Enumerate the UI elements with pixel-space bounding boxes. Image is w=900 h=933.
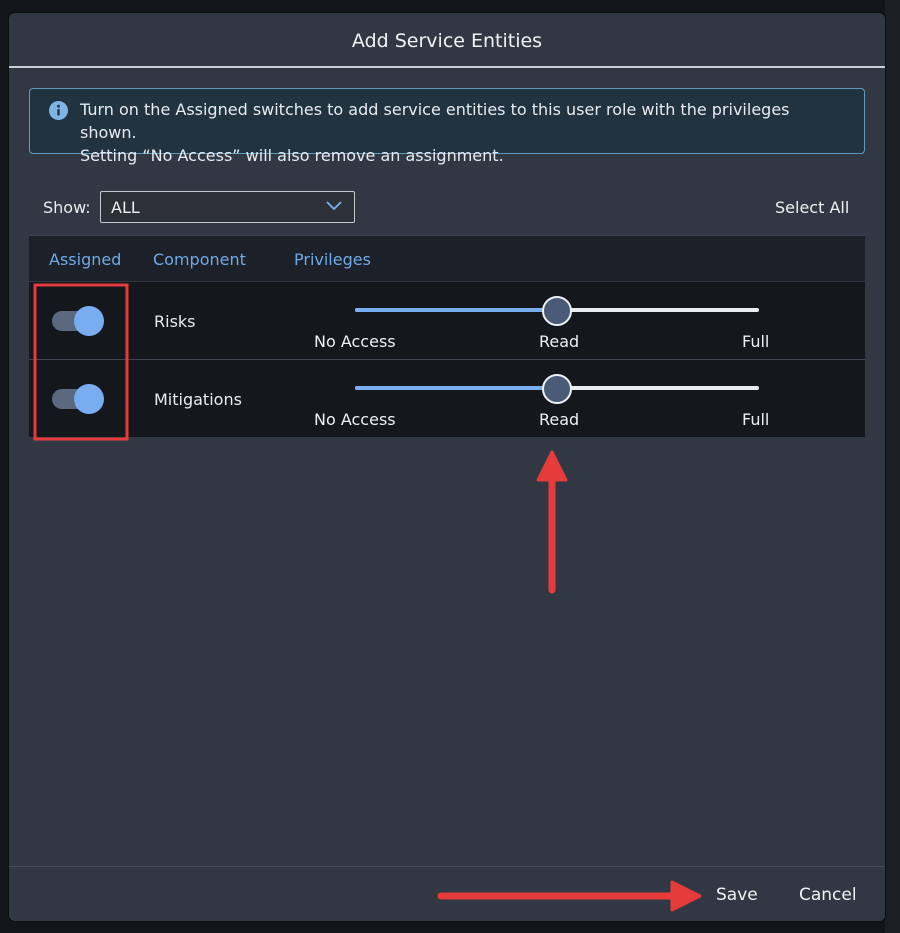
info-line-2: Setting “No Access” will also remove an … — [80, 146, 504, 165]
slider-fill — [355, 386, 557, 390]
privilege-label-read: Read — [539, 410, 580, 429]
footer-divider — [9, 866, 885, 867]
info-line-1: Turn on the Assigned switches to add ser… — [80, 100, 790, 142]
chevron-down-icon — [326, 201, 342, 211]
slider-fill — [355, 308, 557, 312]
show-filter-value: ALL — [111, 198, 140, 217]
info-banner: Turn on the Assigned switches to add ser… — [29, 88, 865, 165]
app-backdrop-edge — [885, 0, 900, 933]
toggle-knob — [74, 306, 104, 336]
toggle-knob — [74, 384, 104, 414]
add-service-entities-dialog: Add Service Entities Turn on the Assigne… — [9, 13, 885, 921]
privilege-slider[interactable] — [355, 296, 759, 326]
save-button[interactable]: Save — [716, 884, 758, 906]
column-header-assigned[interactable]: Assigned — [49, 250, 121, 270]
column-header-privileges[interactable]: Privileges — [294, 250, 371, 270]
privilege-slider[interactable] — [355, 374, 759, 404]
privilege-label-no-access: No Access — [314, 410, 396, 429]
column-header-component[interactable]: Component — [153, 250, 246, 270]
title-divider — [9, 66, 885, 68]
select-all-link[interactable]: Select All — [775, 198, 849, 218]
info-icon — [49, 101, 68, 120]
privilege-label-full: Full — [742, 410, 770, 429]
info-text: Turn on the Assigned switches to add ser… — [80, 98, 850, 167]
privilege-label-full: Full — [742, 332, 770, 351]
table-row: Mitigations No Access Read Full — [29, 360, 865, 437]
privilege-label-no-access: No Access — [314, 332, 396, 351]
dialog-title: Add Service Entities — [351, 30, 543, 52]
table-row: Risks No Access Read Full — [29, 282, 865, 359]
component-name: Mitigations — [154, 390, 242, 409]
component-name: Risks — [154, 312, 196, 331]
privilege-label-read: Read — [539, 332, 580, 351]
show-label: Show: — [43, 198, 91, 217]
slider-thumb[interactable] — [542, 296, 572, 326]
assigned-toggle[interactable] — [52, 306, 106, 336]
table-header: Assigned Component Privileges — [29, 235, 865, 281]
assigned-toggle[interactable] — [52, 384, 106, 414]
cancel-button[interactable]: Cancel — [799, 884, 857, 906]
slider-thumb[interactable] — [542, 374, 572, 404]
show-filter-select[interactable]: ALL — [100, 191, 355, 223]
